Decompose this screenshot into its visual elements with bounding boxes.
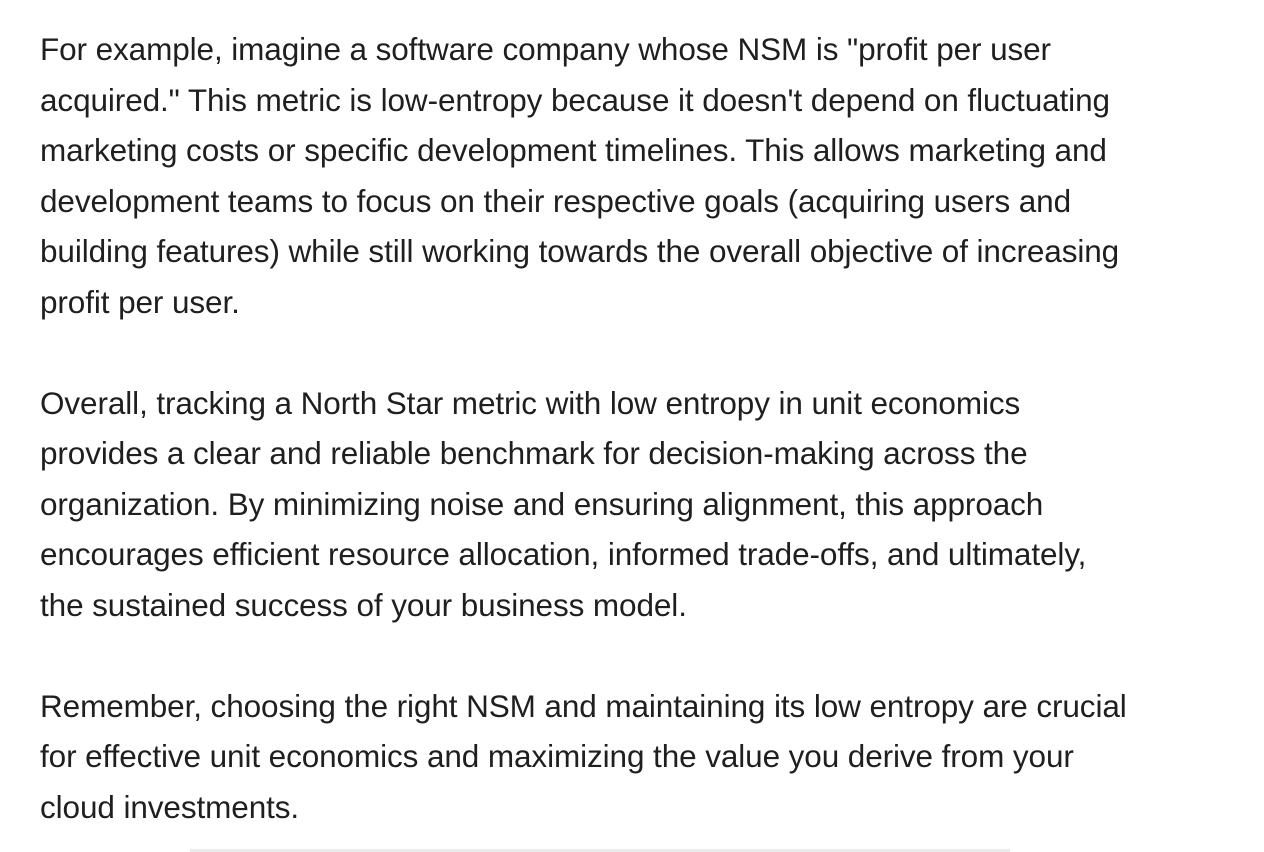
text-line: acquired." This metric is low-entropy be… [40, 81, 1110, 118]
text-line: profit per user. [40, 283, 240, 320]
paragraph-remember: Remember, choosing the right NSM and mai… [40, 681, 1250, 833]
text-line: organization. By minimizing noise and en… [40, 485, 1044, 522]
text-line: Overall, tracking a North Star metric wi… [40, 384, 1021, 421]
text-line: For example, imagine a software company … [40, 31, 1051, 67]
text-line: cloud investments. [40, 788, 300, 825]
text-line: provides a clear and reliable benchmark … [40, 435, 1028, 471]
response-text: For example, imagine a software company … [40, 24, 1250, 832]
text-line: the sustained success of your business m… [40, 586, 687, 623]
text-line: building features) while still working t… [40, 233, 1120, 269]
text-line: encourages efficient resource allocation… [40, 536, 1087, 572]
paragraph-overall: Overall, tracking a North Star metric wi… [40, 378, 1250, 631]
text-line: development teams to focus on their resp… [40, 182, 1072, 219]
text-line: marketing costs or specific development … [40, 132, 1107, 168]
text-line: for effective unit economics and maximiz… [40, 738, 1074, 774]
paragraph-example: For example, imagine a software company … [40, 24, 1250, 327]
text-line: Remember, choosing the right NSM and mai… [40, 687, 1127, 724]
